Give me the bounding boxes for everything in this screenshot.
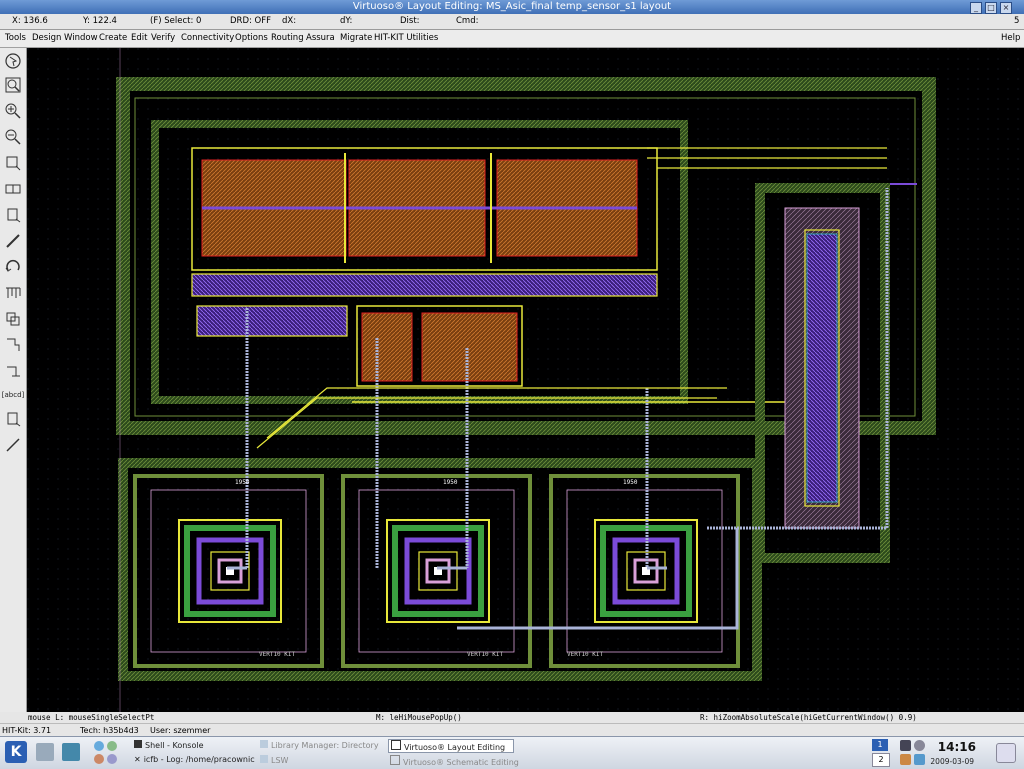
select-icon[interactable]: [2, 50, 24, 72]
zoom-fit-icon[interactable]: [2, 74, 24, 96]
mouse-right-binding: R: hiZoomAbsoluteScale(hiGetCurrentWindo…: [700, 713, 917, 722]
menu-help[interactable]: Help: [1001, 30, 1020, 47]
menu-bar: Tools Design Window Create Edit Verify C…: [0, 30, 1024, 48]
mouse-binding-bar: mouse L: mouseSingleSelectPt M: leHiMous…: [0, 712, 1024, 723]
cell-label-top-3: 1950: [623, 479, 638, 486]
undo-icon[interactable]: [2, 256, 24, 278]
stretch-icon[interactable]: [2, 204, 24, 226]
menu-routing[interactable]: Routing: [271, 30, 304, 47]
y-coordinate: Y: 122.4: [83, 16, 117, 26]
mouse-middle-binding: M: leHiMousePopUp(): [376, 713, 462, 722]
task-library-manager[interactable]: Library Manager: Directory: [260, 740, 379, 750]
maximize-button[interactable]: □: [985, 2, 997, 14]
system-tray[interactable]: [900, 740, 926, 766]
path-icon[interactable]: [2, 230, 24, 252]
copy-icon[interactable]: [2, 178, 24, 200]
layout-drawing: 1950 1950 1950 VERT10 KIT VERT10 KIT VER…: [27, 48, 1024, 712]
rotate-icon[interactable]: [2, 360, 24, 382]
cmd-readout: Cmd:: [456, 16, 479, 26]
property-icon[interactable]: [2, 408, 24, 430]
task-konsole[interactable]: Shell - Konsole: [134, 740, 204, 750]
layout-canvas[interactable]: 1950 1950 1950 VERT10 KIT VERT10 KIT VER…: [27, 48, 1024, 712]
show-desktop-icon[interactable]: [996, 743, 1016, 763]
dx-readout: dX:: [282, 16, 297, 26]
menu-migrate[interactable]: Migrate: [340, 30, 372, 47]
cell-label-bottom-3: VERT10 KIT: [567, 651, 604, 658]
kde-menu-icon[interactable]: K: [5, 741, 27, 763]
x-coordinate: X: 136.6: [12, 16, 48, 26]
measure-icon[interactable]: [2, 434, 24, 456]
task-virtuoso-layout[interactable]: Virtuoso® Layout Editing: [388, 739, 514, 753]
coordinate-status-bar: X: 136.6 Y: 122.4 (F) Select: 0 DRD: OFF…: [0, 14, 1024, 30]
menu-options[interactable]: Options: [235, 30, 268, 47]
minimize-button[interactable]: _: [970, 2, 982, 14]
drd-status: DRD: OFF: [230, 16, 272, 26]
task-icfb-log[interactable]: ✕ icfb - Log: /home/pracownic: [134, 755, 255, 764]
ruler-icon[interactable]: [2, 282, 24, 304]
cell-label-top-1: 1950: [235, 479, 250, 486]
info-bar: HIT-Kit: 3.71 Tech: h35b4d3 User: szemme…: [0, 723, 1024, 737]
move-icon[interactable]: [2, 308, 24, 330]
menu-verify[interactable]: Verify: [151, 30, 175, 47]
title-bar: Virtuoso® Layout Editing: MS_Asic_final …: [0, 0, 1024, 14]
clock[interactable]: 14:16: [938, 740, 976, 754]
label-icon[interactable]: [abcd]: [2, 384, 25, 406]
mouse-left-binding: mouse L: mouseSingleSelectPt: [28, 713, 155, 722]
cell-label-top-2: 1950: [443, 479, 458, 486]
quicklaunch-icons[interactable]: [94, 741, 120, 765]
menu-assura[interactable]: Assura: [306, 30, 335, 47]
zoom-out-icon[interactable]: [2, 126, 24, 148]
window-title: Virtuoso® Layout Editing: MS_Asic_final …: [352, 1, 672, 12]
task-virtuoso-schematic[interactable]: Virtuoso® Schematic Editing: [390, 755, 519, 767]
desktop-pager-2[interactable]: 2: [872, 753, 890, 767]
menu-tools[interactable]: Tools: [5, 30, 26, 47]
select-count: (F) Select: 0: [150, 16, 202, 26]
desktop-pager-1[interactable]: 1: [872, 739, 888, 751]
cell-label-bottom-2: VERT10 KIT: [467, 651, 504, 658]
menu-connectivity[interactable]: Connectivity: [181, 30, 234, 47]
date: 2009-03-09: [930, 757, 974, 766]
menu-edit[interactable]: Edit: [131, 30, 147, 47]
taskbar: K Shell - Konsole ✕ icfb - Log: /home/pra…: [0, 736, 1024, 769]
polygon-icon[interactable]: [2, 334, 24, 356]
konqueror-icon[interactable]: [62, 743, 80, 761]
menu-create[interactable]: Create: [99, 30, 127, 47]
menu-design[interactable]: Design: [32, 30, 61, 47]
cell-label-bottom-1: VERT10 KIT: [259, 651, 296, 658]
home-icon[interactable]: [36, 743, 54, 761]
zoom-in-icon[interactable]: [2, 100, 24, 122]
rectangle-icon[interactable]: [2, 152, 24, 174]
dy-readout: dY:: [340, 16, 353, 26]
bindkey-number: 5: [1014, 16, 1020, 26]
tool-palette: [abcd]: [0, 48, 27, 712]
menu-window[interactable]: Window: [64, 30, 98, 47]
close-button[interactable]: ×: [1000, 2, 1012, 14]
task-lsw[interactable]: LSW: [260, 755, 288, 765]
menu-hitkit-utilities[interactable]: HIT-KIT Utilities: [374, 30, 438, 47]
dist-readout: Dist:: [400, 16, 420, 26]
